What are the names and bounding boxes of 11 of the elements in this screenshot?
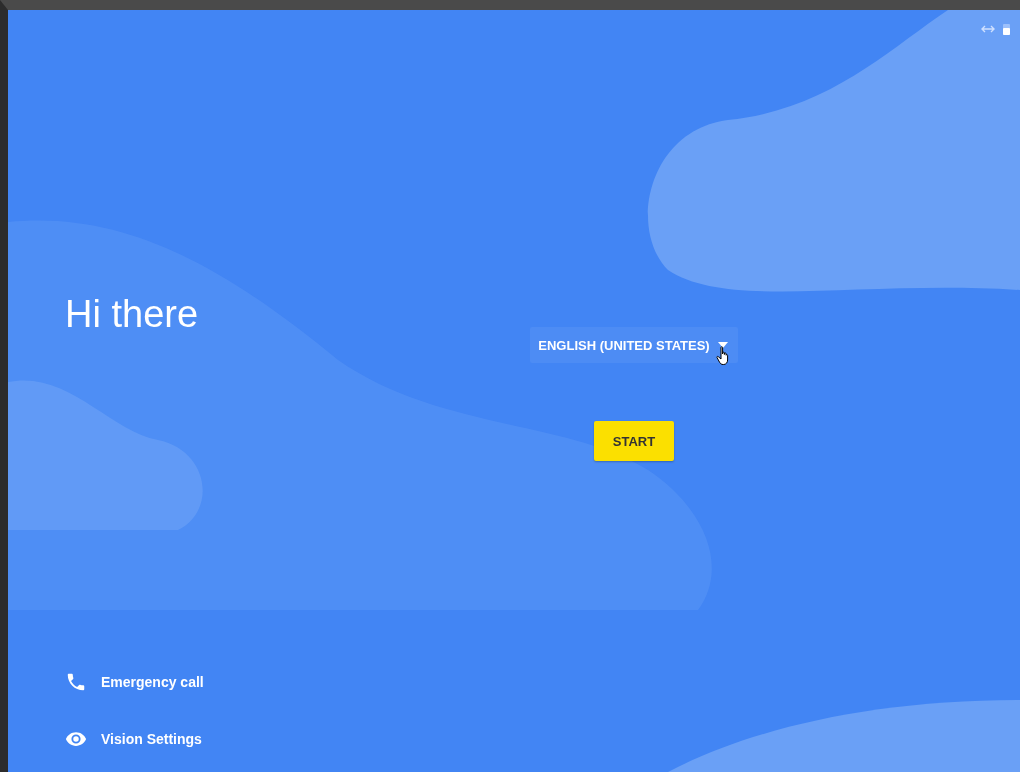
phone-icon	[65, 671, 87, 693]
data-arrows-icon	[981, 25, 995, 33]
option-label: Emergency call	[101, 674, 204, 690]
option-link[interactable]: Emergency call	[65, 671, 204, 693]
start-button[interactable]: START	[593, 421, 675, 461]
caret-icon	[717, 342, 728, 348]
language-dropdown[interactable]: ENGLISH (UNITED STATES)	[530, 327, 738, 363]
welcome-title: Hi there	[65, 292, 200, 336]
battery-icon	[1003, 23, 1010, 35]
option-link[interactable]: Vision Settings	[65, 728, 202, 750]
option-label: Vision Settings	[101, 731, 202, 747]
